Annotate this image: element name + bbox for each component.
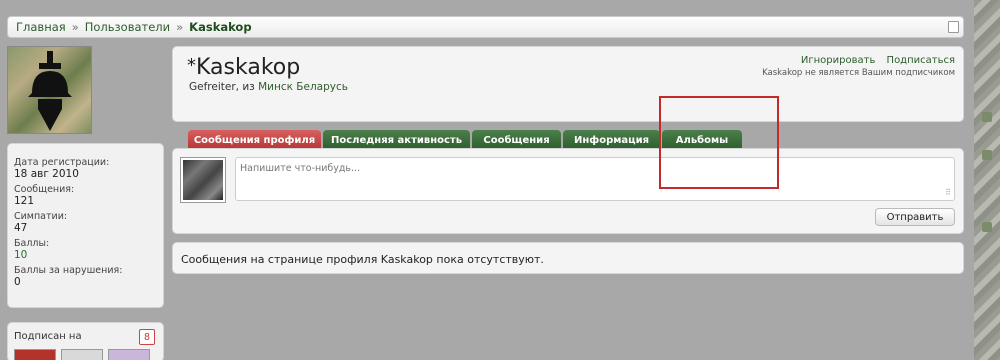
profile-username: Kaskakop	[196, 55, 301, 80]
user-stats-panel: Дата регистрации: 18 авг 2010 Сообщения:…	[7, 143, 164, 308]
likes-value: 47	[14, 222, 28, 234]
following-avatar[interactable]	[108, 349, 150, 360]
breadcrumb-separator: »	[71, 20, 79, 34]
breadcrumb-home[interactable]: Главная	[16, 20, 66, 34]
current-user-avatar[interactable]	[180, 157, 226, 203]
messages-label: Сообщения:	[14, 184, 75, 195]
following-avatar[interactable]	[61, 349, 103, 360]
profile-rank: Gefreiter	[189, 81, 236, 93]
breadcrumb: Главная » Пользователи » Kaskakop	[7, 16, 964, 38]
warnings-value: 0	[14, 276, 21, 288]
tab-profile-posts[interactable]: Сообщения профиля	[188, 130, 321, 150]
status-placeholder: Напишите что-нибудь...	[240, 163, 361, 174]
profile-actions: Игнорировать Подписаться	[793, 55, 955, 66]
registered-label: Дата регистрации:	[14, 157, 110, 168]
breadcrumb-jump-icon[interactable]	[948, 21, 959, 33]
camo-side-strip	[974, 0, 1000, 360]
strip-chip	[982, 150, 992, 160]
empty-posts-message: Сообщения на странице профиля Kaskakop п…	[172, 242, 964, 274]
likes-label: Симпатии:	[14, 211, 68, 222]
subscriber-status-note: Kaskakop не является Вашим подписчиком	[762, 68, 955, 78]
resize-grip-icon[interactable]: ⠿	[945, 188, 951, 197]
name-star-prefix: *	[187, 55, 196, 76]
profile-from: , из	[235, 81, 259, 93]
strip-chip	[982, 222, 992, 232]
breadcrumb-current[interactable]: Kaskakop	[189, 20, 251, 34]
profile-header: *Kaskakop Gefreiter, из Минск Беларусь И…	[172, 46, 964, 122]
tab-posts[interactable]: Сообщения	[472, 130, 561, 150]
send-button[interactable]: Отправить	[875, 208, 955, 226]
ignore-link[interactable]: Игнорировать	[801, 55, 875, 66]
following-count-badge[interactable]: 8	[139, 329, 155, 345]
status-textarea[interactable]: Напишите что-нибудь... ⠿	[235, 157, 955, 201]
strip-chip	[982, 112, 992, 122]
highlight-annotation-box	[659, 96, 779, 189]
breadcrumb-separator: »	[176, 20, 184, 34]
profile-location[interactable]: Минск Беларусь	[258, 81, 348, 93]
messages-value: 121	[14, 195, 35, 207]
points-value[interactable]: 10	[14, 249, 157, 261]
tab-information[interactable]: Информация	[563, 130, 660, 150]
warnings-label: Баллы за нарушения:	[14, 265, 123, 276]
helmet-emblem-icon	[28, 51, 72, 131]
following-avatars	[14, 349, 150, 360]
profile-post-form: Напишите что-нибудь... ⠿ Отправить	[172, 148, 964, 234]
subscribe-link[interactable]: Подписаться	[887, 55, 955, 66]
following-title: Подписан на	[14, 331, 82, 342]
registered-value: 18 авг 2010	[14, 168, 79, 180]
profile-subtitle: Gefreiter, из Минск Беларусь	[189, 81, 348, 93]
tab-recent-activity[interactable]: Последняя активность	[323, 130, 470, 150]
following-avatar[interactable]	[14, 349, 56, 360]
profile-name: *Kaskakop	[187, 55, 300, 80]
breadcrumb-users[interactable]: Пользователи	[85, 20, 170, 34]
points-label: Баллы:	[14, 238, 50, 249]
following-panel: Подписан на 8	[7, 322, 164, 360]
profile-avatar[interactable]	[7, 46, 92, 134]
